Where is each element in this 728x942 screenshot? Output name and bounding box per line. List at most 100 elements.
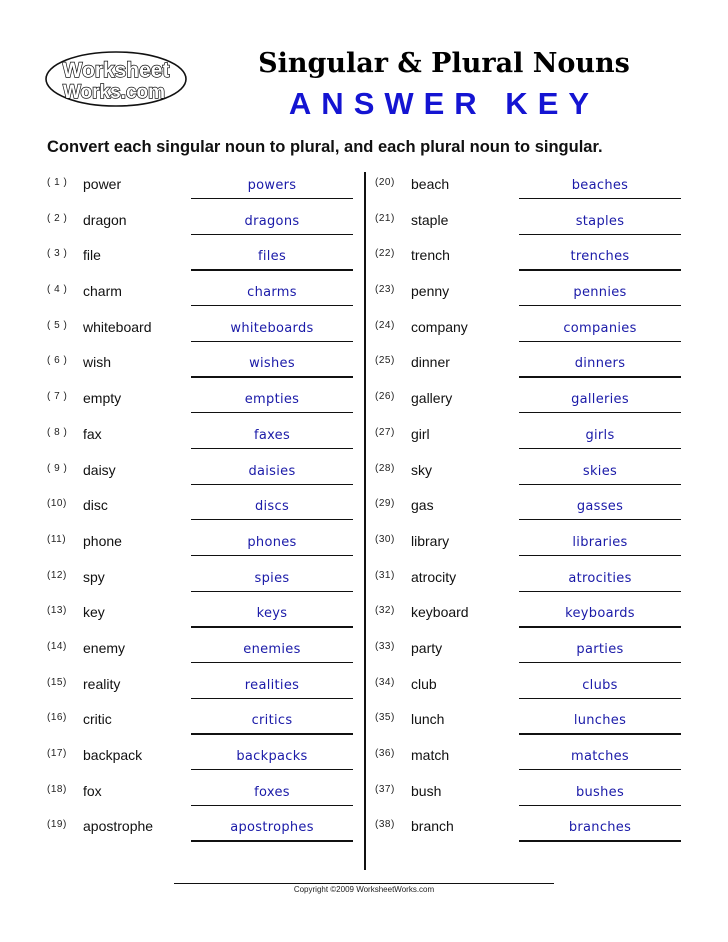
- answer-text: parties: [576, 641, 624, 657]
- answer-text: dinners: [574, 356, 626, 372]
- problem-number: ( 4 ): [47, 284, 68, 296]
- answer-line: [191, 305, 353, 307]
- problem-number: (32): [375, 605, 395, 617]
- problem-word: library: [411, 532, 450, 549]
- problem-row: (21) staple staples: [372, 208, 692, 244]
- column-divider: [364, 172, 366, 870]
- answer-text: companies: [563, 320, 637, 336]
- problem-number: (37): [375, 783, 395, 795]
- problem-row: (36) match matches: [372, 743, 692, 779]
- problem-number: ( 1 ): [47, 177, 68, 188]
- problem-row: (33) party parties: [372, 636, 692, 672]
- problem-number: (28): [375, 462, 395, 474]
- problem-word: reality: [83, 675, 121, 692]
- answer-text: atrocities: [568, 570, 632, 586]
- problem-word: critic: [83, 711, 112, 728]
- answer-line: [191, 733, 353, 735]
- answer-line: [519, 626, 681, 628]
- problem-number: ( 9 ): [47, 462, 68, 474]
- problem-row: (12) spy spies: [44, 565, 364, 601]
- problem-row: ( 7 ) empty empties: [44, 386, 364, 422]
- answer-line: [519, 697, 681, 699]
- answer-text: gasses: [576, 499, 624, 515]
- problem-number: (14): [47, 640, 67, 652]
- answer-line: [191, 590, 353, 592]
- answer-text: pennies: [573, 285, 627, 301]
- problem-row: (10) disc discs: [44, 493, 364, 529]
- right-column: (20) beach beaches (21) staple staples (22) tre…: [372, 172, 692, 850]
- problem-word: backpack: [83, 747, 143, 763]
- problem-word: fax: [83, 425, 102, 442]
- answer-line: [191, 340, 353, 343]
- answer-text: whiteboards: [230, 320, 314, 336]
- answer-text: bushes: [575, 784, 625, 800]
- answer-line: [191, 233, 353, 235]
- problem-word: bush: [411, 782, 442, 799]
- answer-line: [519, 340, 681, 343]
- answer-line: [191, 840, 353, 842]
- problem-row: ( 6 ) wish wishes: [44, 350, 364, 386]
- problem-number: (36): [375, 748, 395, 759]
- problem-number: (21): [375, 212, 395, 224]
- answer-text: critics: [251, 713, 293, 729]
- answer-text: trenches: [570, 249, 630, 265]
- problem-word: beach: [411, 176, 450, 192]
- answer-line: [519, 305, 681, 307]
- answer-line: [519, 447, 681, 450]
- problem-row: ( 2 ) dragon dragons: [44, 208, 364, 244]
- problem-number: (20): [375, 177, 395, 188]
- answer-line: [191, 376, 353, 378]
- problem-number: (26): [375, 391, 395, 403]
- answer-text: keys: [256, 606, 288, 622]
- problem-number: (16): [47, 712, 67, 724]
- answer-line: [519, 733, 681, 735]
- answer-line: [191, 626, 353, 628]
- problem-word: trench: [411, 247, 450, 264]
- answer-text: spies: [254, 570, 290, 586]
- answer-line: [191, 661, 353, 664]
- answer-text: matches: [571, 749, 629, 764]
- problem-row: ( 5 ) whiteboard whiteboards: [44, 315, 364, 351]
- problem-row: ( 8 ) fax faxes: [44, 422, 364, 458]
- problem-row: (18) fox foxes: [44, 779, 364, 815]
- problem-word: penny: [411, 283, 450, 300]
- problem-row: (37) bush bushes: [372, 779, 692, 815]
- problem-word: disc: [83, 497, 108, 514]
- answer-text: phones: [247, 534, 297, 550]
- answer-text: enemies: [243, 641, 301, 657]
- problem-number: (27): [375, 426, 395, 438]
- problem-number: (24): [375, 319, 395, 331]
- problem-row: (30) library libraries: [372, 529, 692, 565]
- answer-text: staples: [575, 213, 625, 229]
- copyright: Copyright ©2009 WorksheetWorks.com: [293, 885, 435, 894]
- problem-row: (13) key keys: [44, 600, 364, 636]
- problem-word: gallery: [411, 390, 453, 407]
- footer-divider: [174, 883, 554, 884]
- problem-row: (32) keyboard keyboards: [372, 600, 692, 636]
- problem-number: (30): [375, 533, 395, 545]
- problem-number: (33): [375, 640, 395, 652]
- answer-text: libraries: [572, 534, 628, 550]
- problem-word: staple: [411, 211, 449, 228]
- problem-word: spy: [83, 568, 105, 585]
- answer-line: [519, 519, 681, 521]
- problem-row: (35) lunch lunches: [372, 707, 692, 743]
- problem-number: (35): [375, 712, 395, 724]
- answer-line: [519, 198, 681, 200]
- answer-line: [191, 447, 353, 450]
- problem-word: file: [83, 247, 101, 264]
- answer-text: faxes: [253, 427, 291, 443]
- problem-number: (15): [47, 676, 67, 688]
- answer-text: skies: [582, 463, 618, 479]
- answer-text: files: [257, 249, 287, 265]
- problem-word: charm: [83, 283, 122, 300]
- problem-number: (11): [47, 533, 67, 545]
- problem-number: (31): [375, 569, 395, 581]
- problem-word: atrocity: [411, 568, 457, 585]
- answer-text: empties: [244, 392, 300, 408]
- problem-word: phone: [83, 532, 122, 549]
- answer-text: apostrophes: [230, 820, 314, 836]
- problem-word: daisy: [83, 461, 116, 478]
- problem-row: ( 1 ) power powers: [44, 172, 364, 208]
- problem-word: company: [411, 318, 468, 335]
